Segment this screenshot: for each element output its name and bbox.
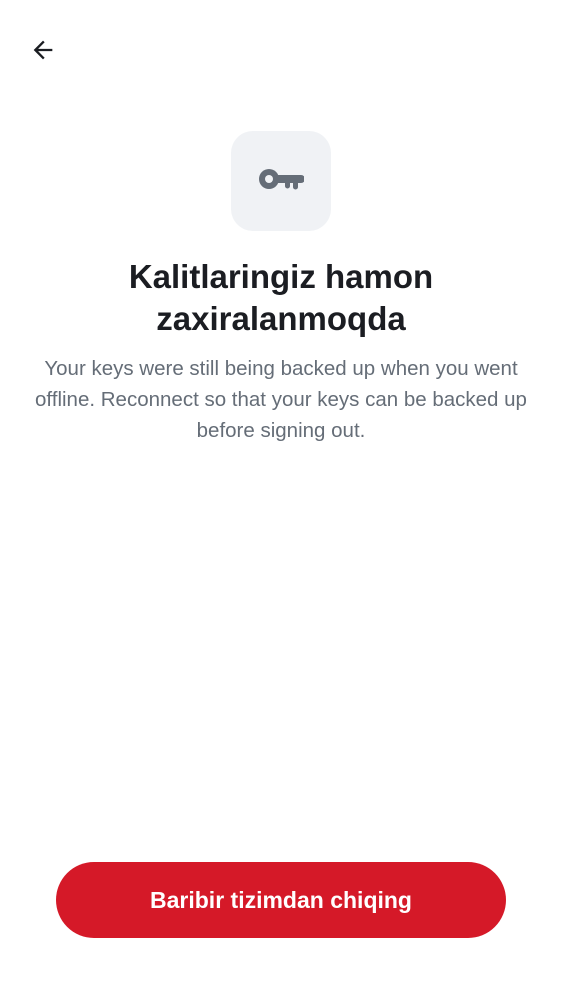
- key-icon-tile: [231, 131, 331, 231]
- page-description: Your keys were still being backed up whe…: [35, 357, 527, 442]
- page-title: Kalitlaringiz hamon zaxiralanmoqda: [128, 258, 434, 337]
- key-icon: [258, 165, 305, 198]
- sign-out-backup-screen: Kalitlaringiz hamon zaxiralanmoqda Your …: [0, 0, 562, 1000]
- back-button[interactable]: [20, 28, 66, 72]
- sign-out-anyway-button[interactable]: Baribir tizimdan chiqing: [56, 862, 506, 938]
- arrow-left-icon: [29, 36, 57, 64]
